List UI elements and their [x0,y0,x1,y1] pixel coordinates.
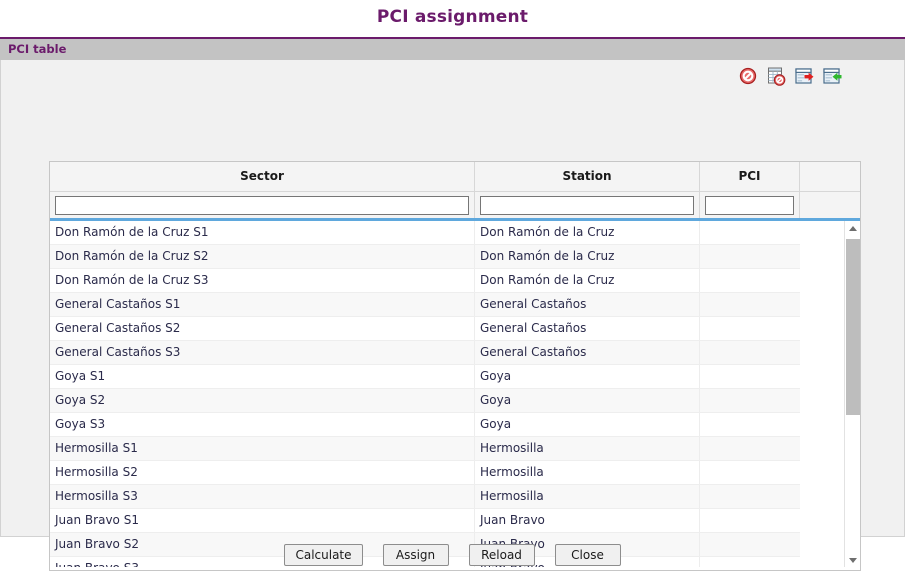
cell-pci[interactable] [700,413,800,436]
panel-header: PCI table [0,39,905,60]
table-row[interactable]: Goya S3 Goya [50,413,800,437]
cell-sector: Don Ramón de la Cruz S1 [50,221,475,244]
cell-sector: Hermosilla S2 [50,461,475,484]
cell-station: Goya [475,365,700,388]
column-header-spacer [800,162,860,191]
cell-pci[interactable] [700,221,800,244]
cell-sector: Goya S1 [50,365,475,388]
cancel-icon[interactable] [738,66,758,86]
cell-sector: Juan Bravo S1 [50,509,475,532]
cell-sector: Hermosilla S1 [50,437,475,460]
cell-pci[interactable] [700,437,800,460]
table-row[interactable]: General Castaños S3 General Castaños [50,341,800,365]
cell-sector: General Castaños S1 [50,293,475,316]
table-row[interactable]: Hermosilla S3 Hermosilla [50,485,800,509]
table-row[interactable]: Hermosilla S2 Hermosilla [50,461,800,485]
grid-body: Don Ramón de la Cruz S1 Don Ramón de la C… [50,221,860,567]
clear-table-icon[interactable] [766,66,786,86]
scroll-up-arrow-icon[interactable] [845,221,860,235]
cell-pci[interactable] [700,341,800,364]
cell-station: Don Ramón de la Cruz [475,269,700,292]
column-header-pci[interactable]: PCI [700,162,800,191]
cell-pci[interactable] [700,389,800,412]
cell-station: General Castaños [475,341,700,364]
footer-buttons: Calculate Assign Reload Close [0,544,905,566]
table-row[interactable]: Goya S1 Goya [50,365,800,389]
scrollbar-track[interactable] [845,235,860,553]
cell-pci[interactable] [700,485,800,508]
filter-cell-spacer [800,192,860,218]
table-row[interactable]: General Castaños S1 General Castaños [50,293,800,317]
filter-cell-pci [700,192,800,218]
cell-station: General Castaños [475,317,700,340]
column-header-sector[interactable]: Sector [50,162,475,191]
table-row[interactable]: Hermosilla S1 Hermosilla [50,437,800,461]
scrollbar-thumb[interactable] [846,239,860,415]
grid-rows: Don Ramón de la Cruz S1 Don Ramón de la C… [50,221,800,567]
table-row[interactable]: Don Ramón de la Cruz S2 Don Ramón de la C… [50,245,800,269]
filter-cell-station [475,192,700,218]
cell-station: General Castaños [475,293,700,316]
sector-filter-input[interactable] [55,195,469,215]
cell-sector: Don Ramón de la Cruz S2 [50,245,475,268]
cell-sector: General Castaños S3 [50,341,475,364]
export-icon[interactable] [794,66,814,86]
cell-pci[interactable] [700,245,800,268]
pci-table-panel: PCI table Sector Station PCI Don Ramón d… [0,37,905,571]
cell-station: Goya [475,413,700,436]
page-title: PCI assignment [376,7,529,27]
cell-pci[interactable] [700,365,800,388]
filter-cell-sector [50,192,475,218]
table-row[interactable]: Goya S2 Goya [50,389,800,413]
cell-sector: Goya S3 [50,413,475,436]
cell-pci[interactable] [700,293,800,316]
cell-station: Hermosilla [475,437,700,460]
panel-header-label: PCI table [8,42,67,56]
pci-grid: Sector Station PCI Don Ramón de la Cruz … [49,161,861,571]
grid-header-row: Sector Station PCI [50,162,860,192]
import-icon[interactable] [822,66,842,86]
grid-toolbar [1,60,904,92]
cell-station: Goya [475,389,700,412]
cell-sector: Don Ramón de la Cruz S3 [50,269,475,292]
panel-body: Sector Station PCI Don Ramón de la Cruz … [0,60,905,571]
cell-station: Juan Bravo [475,509,700,532]
reload-button[interactable]: Reload [468,544,535,566]
grid-vertical-scrollbar[interactable] [844,221,860,567]
table-row[interactable]: Don Ramón de la Cruz S3 Don Ramón de la C… [50,269,800,293]
cell-station: Hermosilla [475,461,700,484]
cell-pci[interactable] [700,269,800,292]
table-row[interactable]: Don Ramón de la Cruz S1 Don Ramón de la C… [50,221,800,245]
cell-sector: Hermosilla S3 [50,485,475,508]
cell-sector: General Castaños S2 [50,317,475,340]
pci-filter-input[interactable] [705,195,794,215]
calculate-button[interactable]: Calculate [284,544,363,566]
table-row[interactable]: General Castaños S2 General Castaños [50,317,800,341]
cell-pci[interactable] [700,461,800,484]
column-header-station[interactable]: Station [475,162,700,191]
cell-sector: Goya S2 [50,389,475,412]
table-row[interactable]: Juan Bravo S1 Juan Bravo [50,509,800,533]
grid-filter-row [50,192,860,221]
cell-station: Don Ramón de la Cruz [475,221,700,244]
cell-station: Hermosilla [475,485,700,508]
station-filter-input[interactable] [480,195,694,215]
assign-button[interactable]: Assign [382,544,449,566]
cell-station: Don Ramón de la Cruz [475,245,700,268]
close-button[interactable]: Close [554,544,621,566]
cell-pci[interactable] [700,509,800,532]
cell-pci[interactable] [700,317,800,340]
